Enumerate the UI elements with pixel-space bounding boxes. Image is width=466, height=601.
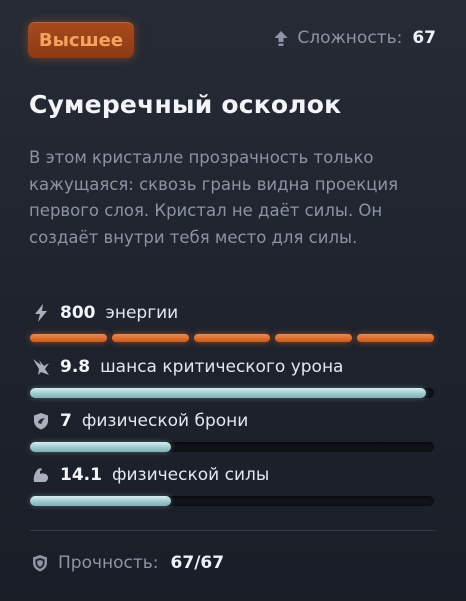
armor-progress-fill [30,442,172,452]
energy-segment [275,334,353,342]
stat-armor: 7 физической брони [32,411,248,431]
stat-crit-value: 9.8 [60,357,91,377]
upgrade-arrow-icon [273,30,289,47]
lightning-icon [32,304,50,322]
energy-segment [357,334,434,342]
strength-progress-fill [30,496,172,506]
item-description: В этом кристалле прозрачность только каж… [29,148,399,247]
rarity-badge: Высшее [28,22,134,58]
armor-shield-icon [32,412,50,430]
crit-progress-fill [30,388,426,398]
stat-strength-value: 14.1 [60,465,102,485]
strength-progress-bar [30,496,434,506]
stat-crit-label: шанса критического урона [100,357,344,377]
stat-energy-value: 800 [60,303,96,323]
stat-energy: 800 энергии [32,303,178,323]
stat-crit-chance: 9.8 шанса критического урона [32,357,343,377]
difficulty-value: 67 [412,28,436,48]
durability-value: 67/67 [170,553,225,573]
durability-shield-icon [32,554,48,572]
difficulty-label: Сложность: [297,28,403,48]
energy-segment [193,334,271,342]
difficulty-indicator: Сложность: 67 [273,28,436,48]
divider [30,530,436,531]
item-title: Сумеречный осколок [29,90,342,119]
energy-segment [30,334,107,342]
stat-armor-value: 7 [60,411,72,431]
stat-energy-label: энергии [105,303,179,323]
energy-segment-bar [30,334,434,344]
item-tooltip-card: Высшее Сложность: 67 Сумеречный осколок … [0,0,466,601]
crit-progress-bar [30,388,434,398]
stat-armor-label: физической брони [81,411,249,431]
stat-strength-label: физической силы [111,465,270,485]
rarity-label: Высшее [38,29,124,51]
energy-segment [111,334,189,342]
durability-indicator: Прочность: 67/67 [32,553,224,573]
armor-progress-bar [30,442,434,452]
stat-strength: 14.1 физической силы [32,465,269,485]
durability-label: Прочность: [58,553,159,573]
muscle-arm-icon [32,466,50,484]
critical-hit-icon [32,358,50,376]
